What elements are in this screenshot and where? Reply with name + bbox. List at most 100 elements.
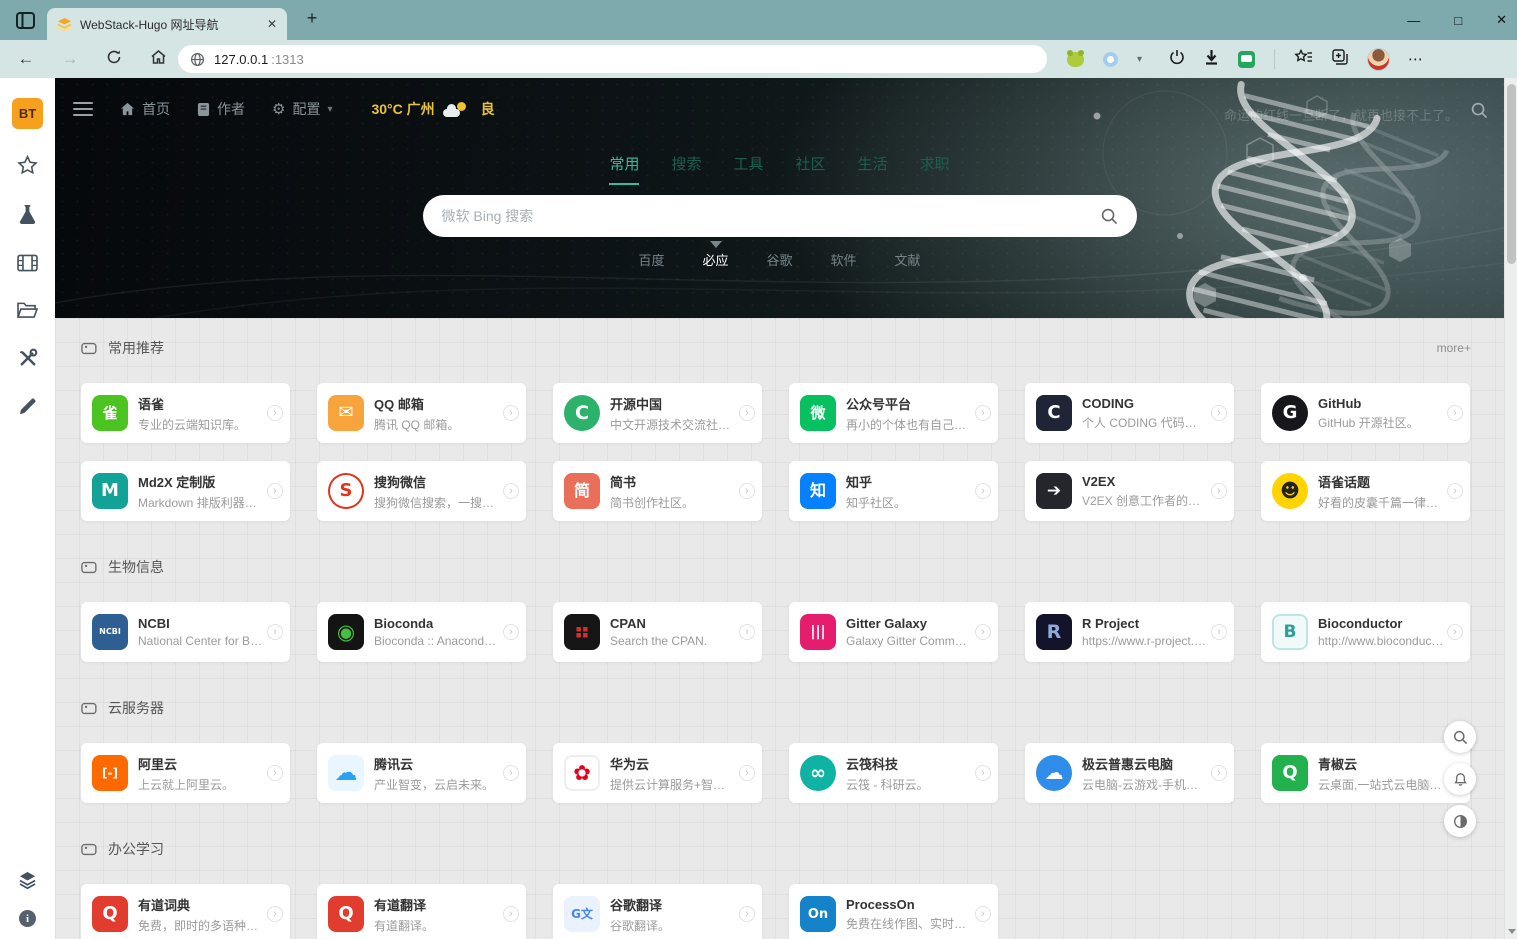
window-minimize-button[interactable]: —	[1407, 13, 1420, 28]
power-extension-icon[interactable]	[1169, 49, 1185, 70]
engine-tab-2[interactable]: 必应	[702, 250, 728, 269]
favorites-hub-button[interactable]	[1294, 49, 1313, 70]
site-card[interactable]: GGitHubGitHub 开源社区。›	[1261, 383, 1470, 443]
chevron-right-icon[interactable]: ›	[1211, 405, 1227, 421]
category-tab-6[interactable]: 求职	[920, 153, 950, 185]
star-icon[interactable]	[17, 155, 38, 180]
scroll-down-arrow-icon[interactable]	[1508, 929, 1516, 934]
extension-circle-icon[interactable]	[1103, 52, 1118, 67]
chevron-right-icon[interactable]: ›	[1447, 483, 1463, 499]
chevron-right-icon[interactable]: ›	[503, 765, 519, 781]
chevron-right-icon[interactable]: ›	[503, 483, 519, 499]
url-host[interactable]: 127.0.0.1	[214, 52, 268, 67]
category-tab-5[interactable]: 生活	[858, 153, 888, 185]
engine-tab-1[interactable]: 百度	[638, 250, 664, 269]
search-box[interactable]	[423, 195, 1137, 237]
site-card[interactable]: MMd2X 定制版Markdown 排版利器，Md...›	[81, 461, 290, 521]
chevron-right-icon[interactable]: ›	[975, 483, 991, 499]
folder-open-icon[interactable]	[17, 301, 38, 324]
float-search-button[interactable]	[1444, 721, 1476, 753]
site-card[interactable]: ☻语雀话题好看的皮囊千篇一律，有趣...›	[1261, 461, 1470, 521]
site-card[interactable]: |||Gitter GalaxyGalaxy Gitter Community.…	[789, 602, 998, 662]
menu-hamburger-icon[interactable]	[73, 102, 93, 116]
chevron-right-icon[interactable]: ›	[1211, 624, 1227, 640]
pencil-icon[interactable]	[18, 397, 37, 421]
engine-tab-4[interactable]: 软件	[831, 250, 857, 269]
site-card[interactable]: Q青椒云云桌面,一站式云电脑服务...›	[1261, 743, 1470, 803]
chevron-right-icon[interactable]: ›	[267, 765, 283, 781]
site-card[interactable]: 微公众号平台再小的个体也有自己的品牌...›	[789, 383, 998, 443]
search-input[interactable]	[442, 208, 1101, 224]
chevron-right-icon[interactable]: ›	[267, 483, 283, 499]
downloads-button[interactable]	[1204, 49, 1219, 70]
site-card[interactable]: S搜狗微信搜狗微信搜索，一搜即达。›	[317, 461, 526, 521]
chevron-right-icon[interactable]: ›	[975, 624, 991, 640]
engine-tab-3[interactable]: 谷歌	[766, 250, 792, 269]
chevron-right-icon[interactable]: ›	[739, 624, 755, 640]
chevron-right-icon[interactable]: ›	[503, 624, 519, 640]
search-icon[interactable]	[1101, 208, 1118, 225]
site-info-globe-icon[interactable]	[190, 52, 205, 67]
window-maximize-button[interactable]: □	[1454, 13, 1462, 28]
scrollbar-thumb[interactable]	[1507, 84, 1516, 264]
chevron-right-icon[interactable]: ›	[739, 405, 755, 421]
tab-workspaces-icon[interactable]	[12, 9, 38, 31]
new-tab-button[interactable]: +	[300, 8, 324, 29]
site-card[interactable]: CCODING个人 CODING 代码托管。›	[1025, 383, 1234, 443]
category-tab-1[interactable]: 常用	[609, 153, 639, 185]
category-tab-3[interactable]: 工具	[733, 153, 763, 185]
url-port[interactable]: :1313	[271, 52, 304, 67]
collections-button[interactable]	[1332, 49, 1349, 70]
category-tab-2[interactable]: 搜索	[671, 153, 701, 185]
tab-close-icon[interactable]: ✕	[267, 17, 277, 31]
site-card[interactable]: ⠶CPANSearch the CPAN.›	[553, 602, 762, 662]
site-card[interactable]: Q有道词典免费，即时的多语种在线翻...›	[81, 884, 290, 939]
site-card[interactable]: ✉QQ 邮箱腾讯 QQ 邮箱。›	[317, 383, 526, 443]
profile-avatar[interactable]	[1368, 49, 1389, 70]
site-card[interactable]: 简简书简书创作社区。›	[553, 461, 762, 521]
chevron-right-icon[interactable]: ›	[267, 624, 283, 640]
chevron-right-icon[interactable]: ›	[739, 765, 755, 781]
float-bell-button[interactable]	[1444, 763, 1476, 795]
site-card[interactable]: ☁极云普惠云电脑云电脑-云游戏-手机变电脑...›	[1025, 743, 1234, 803]
chevron-right-icon[interactable]: ›	[975, 765, 991, 781]
nav-config[interactable]: ⚙ 配置 ▾	[272, 99, 332, 119]
site-card[interactable]: C开源中国中文开源技术交流社区。›	[553, 383, 762, 443]
chevron-right-icon[interactable]: ›	[267, 405, 283, 421]
forward-button[interactable]: →	[60, 49, 80, 69]
chevron-right-icon[interactable]: ›	[503, 405, 519, 421]
info-icon[interactable]: i	[19, 910, 36, 927]
site-card[interactable]: BBioconductorhttp://www.bioconductor...›	[1261, 602, 1470, 662]
site-card[interactable]: G文谷歌翻译谷歌翻译。›	[553, 884, 762, 939]
home-button[interactable]	[148, 49, 168, 70]
site-card[interactable]: OnProcessOn免费在线作图、实时协作。›	[789, 884, 998, 939]
extensions-caret-down-icon[interactable]: ▾	[1137, 54, 1142, 65]
site-card[interactable]: 雀语雀专业的云端知识库。›	[81, 383, 290, 443]
site-card[interactable]: 知知乎知乎社区。›	[789, 461, 998, 521]
window-close-button[interactable]: ✕	[1496, 12, 1507, 28]
chevron-right-icon[interactable]: ›	[975, 405, 991, 421]
scrollbar[interactable]	[1504, 78, 1517, 939]
layers-icon[interactable]	[18, 871, 37, 894]
chevron-right-icon[interactable]: ›	[975, 906, 991, 922]
browser-menu-button[interactable]: ⋯	[1408, 50, 1424, 68]
site-card[interactable]: ◉BiocondaBioconda :: Anaconda.org.›	[317, 602, 526, 662]
site-card[interactable]: Q有道翻译有道翻译。›	[317, 884, 526, 939]
extension-frog-icon[interactable]	[1067, 52, 1084, 67]
chevron-right-icon[interactable]: ›	[1211, 765, 1227, 781]
chevron-right-icon[interactable]: ›	[267, 906, 283, 922]
tools-icon[interactable]	[18, 348, 38, 373]
chevron-right-icon[interactable]: ›	[1211, 483, 1227, 499]
site-card[interactable]: ✿华为云提供云计算服务+智能，见...›	[553, 743, 762, 803]
address-bar[interactable]: 127.0.0.1:1313	[178, 45, 1047, 73]
site-card[interactable]: RR Projecthttps://www.r-project.org›	[1025, 602, 1234, 662]
chevron-right-icon[interactable]: ›	[1447, 624, 1463, 640]
more-link[interactable]: more+	[1437, 341, 1471, 355]
back-button[interactable]: ←	[16, 49, 36, 69]
site-card[interactable]: [-]阿里云上云就上阿里云。›	[81, 743, 290, 803]
refresh-button[interactable]	[104, 49, 124, 70]
site-card[interactable]: ∞云筏科技云筏 - 科研云。›	[789, 743, 998, 803]
engine-tab-5[interactable]: 文献	[895, 250, 921, 269]
hero-search-icon[interactable]	[1471, 102, 1488, 124]
chevron-right-icon[interactable]: ›	[739, 906, 755, 922]
